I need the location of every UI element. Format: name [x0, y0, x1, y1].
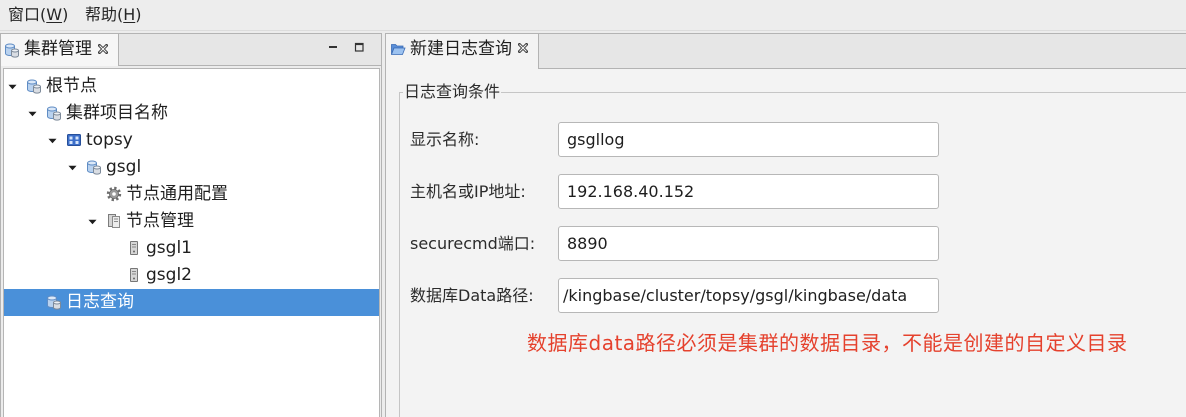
- tree-node-label: 根节点: [46, 76, 97, 96]
- minimize-icon[interactable]: [326, 40, 340, 54]
- tree-node-log-query-selected[interactable]: 日志查询: [4, 289, 379, 316]
- tree-node-label: gsgl2: [146, 265, 192, 285]
- data-path-label: 数据库Data路径:: [410, 286, 534, 305]
- server-node-icon: [126, 267, 142, 283]
- display-name-input[interactable]: [558, 122, 939, 157]
- tree-node-label: 节点通用配置: [126, 184, 228, 204]
- display-name-label: 显示名称:: [410, 130, 480, 149]
- menu-window[interactable]: 窗口(W): [8, 5, 68, 25]
- close-icon[interactable]: [518, 43, 528, 53]
- tree-node-gsgl2[interactable]: gsgl2: [4, 262, 379, 289]
- tab-cluster-management[interactable]: 集群管理: [1, 34, 119, 66]
- tab-label: 集群管理: [24, 39, 92, 59]
- menu-help[interactable]: 帮助(H): [85, 5, 142, 25]
- cluster-db-icon: [86, 159, 102, 175]
- securecmd-port-input[interactable]: [558, 226, 939, 261]
- close-icon[interactable]: [98, 44, 108, 54]
- tree-node-topsy[interactable]: topsy: [4, 127, 379, 154]
- tab-label: 新建日志查询: [410, 39, 512, 59]
- tree-node-label: 节点管理: [126, 211, 194, 231]
- tree-node-label: topsy: [86, 130, 133, 150]
- securecmd-port-label: securecmd端口:: [410, 234, 536, 253]
- mnemonic-underline: W: [46, 5, 63, 24]
- cluster-db-icon: [4, 42, 20, 58]
- server-node-icon: [126, 240, 142, 256]
- expanded-arrow-icon[interactable]: [88, 219, 97, 225]
- tree-node-gsgl[interactable]: gsgl: [4, 154, 379, 181]
- gear-icon: [106, 186, 122, 202]
- annotation-note: 数据库data路径必须是集群的数据目录，不能是创建的自定义目录: [527, 331, 1128, 355]
- tab-new-log-query[interactable]: 新建日志查询: [386, 34, 539, 69]
- tree-node-gsgl1[interactable]: gsgl1: [4, 235, 379, 262]
- log-query-editor: 新建日志查询 日志查询条件 显示名称: 主机名或IP地址: securecmd端…: [385, 33, 1186, 417]
- tree-node-common-config[interactable]: 节点通用配置: [4, 181, 379, 208]
- folder-open-icon: [390, 41, 406, 57]
- tree-node-node-management[interactable]: 节点管理: [4, 208, 379, 235]
- expanded-arrow-icon[interactable]: [28, 111, 37, 117]
- tree-node-cluster-project[interactable]: 集群项目名称: [4, 100, 379, 127]
- server-stack-icon: [106, 213, 122, 229]
- cluster-db-icon: [46, 105, 62, 121]
- host-ip-label: 主机名或IP地址:: [410, 182, 526, 201]
- cluster-tree[interactable]: 根节点 集群项目名称 topsy gsgl 节点通用配置 节点管理 gsgl1 …: [3, 68, 380, 417]
- cluster-db-icon: [26, 78, 42, 94]
- menu-bar: 窗口(W) 帮助(H): [0, 0, 1186, 31]
- expanded-arrow-icon[interactable]: [68, 165, 77, 171]
- cluster-db-icon: [46, 294, 62, 310]
- mnemonic-underline: H: [123, 5, 136, 24]
- group-title: 日志查询条件: [403, 81, 502, 103]
- cluster-grid-icon: [66, 132, 82, 148]
- data-path-input[interactable]: [558, 278, 939, 313]
- host-ip-input[interactable]: [558, 174, 939, 209]
- expanded-arrow-icon[interactable]: [8, 84, 17, 90]
- tree-node-label: gsgl1: [146, 238, 192, 258]
- maximize-icon[interactable]: [352, 40, 366, 54]
- tree-node-label: 日志查询: [66, 292, 134, 312]
- tree-node-root[interactable]: 根节点: [4, 73, 379, 100]
- tree-node-label: 集群项目名称: [66, 103, 168, 123]
- expanded-arrow-icon[interactable]: [48, 138, 57, 144]
- cluster-management-view: 集群管理 根节点 集群项目名称 topsy gsgl 节点通用配置 节点管理 g…: [0, 33, 382, 417]
- tree-node-label: gsgl: [106, 157, 142, 177]
